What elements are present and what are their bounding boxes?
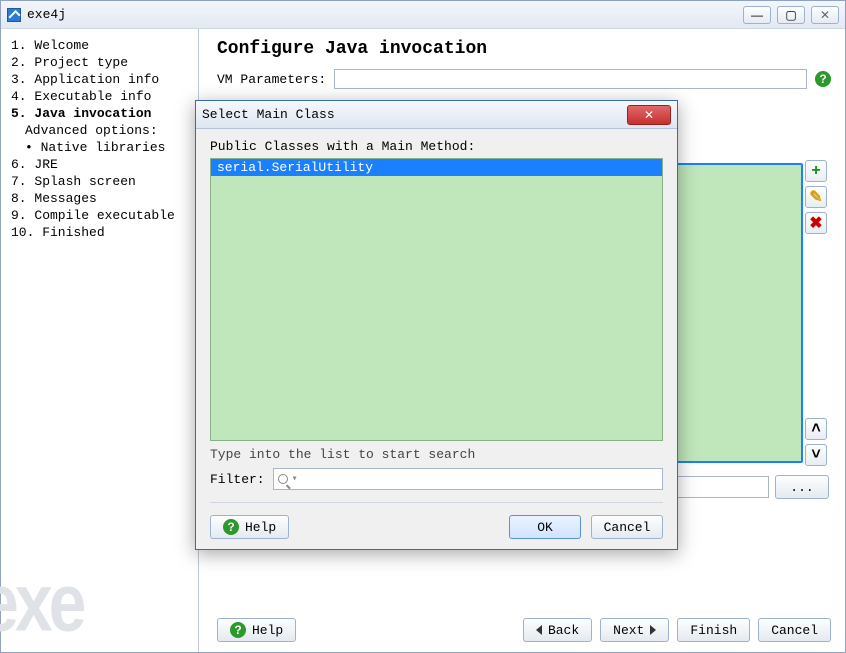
close-button[interactable]: ✕ bbox=[811, 6, 839, 24]
wizard-step[interactable]: 8. Messages bbox=[11, 190, 194, 207]
help-label: Help bbox=[252, 623, 283, 638]
vm-params-label: VM Parameters: bbox=[217, 72, 326, 87]
app-icon bbox=[7, 8, 21, 22]
dialog-title: Select Main Class bbox=[202, 107, 627, 122]
window-controls: — ▢ ✕ bbox=[743, 6, 839, 24]
search-hint: Type into the list to start search bbox=[210, 447, 663, 462]
back-button[interactable]: Back bbox=[523, 618, 592, 642]
help-button-main[interactable]: ? Help bbox=[217, 618, 296, 642]
delete-button[interactable]: ✖ bbox=[805, 212, 827, 234]
browse-button[interactable]: ... bbox=[775, 475, 829, 499]
dialog-close-button[interactable]: ✕ bbox=[627, 105, 671, 125]
help-icon[interactable]: ? bbox=[815, 71, 831, 87]
add-button[interactable]: + bbox=[805, 160, 827, 182]
search-icon bbox=[278, 474, 288, 484]
wizard-step[interactable]: 9. Compile executable bbox=[11, 207, 194, 224]
help-button-dialog[interactable]: ? Help bbox=[210, 515, 289, 539]
arrow-left-icon bbox=[536, 625, 542, 635]
list-item[interactable]: serial.SerialUtility bbox=[211, 159, 662, 176]
main-class-list[interactable]: serial.SerialUtility bbox=[210, 158, 663, 441]
maximize-button[interactable]: ▢ bbox=[777, 6, 805, 24]
ok-button[interactable]: OK bbox=[509, 515, 581, 539]
wizard-step[interactable]: 2. Project type bbox=[11, 54, 194, 71]
wizard-step[interactable]: Advanced options: bbox=[11, 122, 194, 139]
arrow-right-icon bbox=[650, 625, 656, 635]
cancel-button-main[interactable]: Cancel bbox=[758, 618, 831, 642]
wizard-step[interactable]: • Native libraries bbox=[11, 139, 194, 156]
page-title: Configure Java invocation bbox=[217, 39, 831, 59]
wizard-step[interactable]: 1. Welcome bbox=[11, 37, 194, 54]
wizard-step[interactable]: 4. Executable info bbox=[11, 88, 194, 105]
wizard-step[interactable]: 3. Application info bbox=[11, 71, 194, 88]
select-main-class-dialog: Select Main Class ✕ Public Classes with … bbox=[195, 100, 678, 550]
dialog-separator bbox=[210, 502, 663, 503]
vm-params-row: VM Parameters: ? bbox=[217, 69, 831, 89]
edit-button[interactable]: ✎ bbox=[805, 186, 827, 208]
help-icon: ? bbox=[223, 519, 239, 535]
vm-params-input[interactable] bbox=[334, 69, 807, 89]
cancel-button-dialog[interactable]: Cancel bbox=[591, 515, 663, 539]
dialog-list-label: Public Classes with a Main Method: bbox=[210, 139, 663, 154]
sidebar-watermark: exe bbox=[0, 556, 82, 650]
minimize-button[interactable]: — bbox=[743, 6, 771, 24]
wizard-sidebar: exe 1. Welcome2. Project type3. Applicat… bbox=[1, 29, 199, 652]
wizard-step[interactable]: 10. Finished bbox=[11, 224, 194, 241]
move-down-button[interactable]: ˅ bbox=[805, 444, 827, 466]
wizard-steps: 1. Welcome2. Project type3. Application … bbox=[11, 37, 194, 241]
help-icon: ? bbox=[230, 622, 246, 638]
wizard-step[interactable]: 5. Java invocation bbox=[11, 105, 194, 122]
filter-input[interactable]: ▾ bbox=[273, 468, 663, 490]
move-up-button[interactable]: ˄ bbox=[805, 418, 827, 440]
next-button[interactable]: Next bbox=[600, 618, 669, 642]
wizard-step[interactable]: 6. JRE bbox=[11, 156, 194, 173]
wizard-step[interactable]: 7. Splash screen bbox=[11, 173, 194, 190]
finish-button[interactable]: Finish bbox=[677, 618, 750, 642]
app-title: exe4j bbox=[27, 7, 743, 22]
main-titlebar[interactable]: exe4j — ▢ ✕ bbox=[1, 1, 845, 29]
filter-label: Filter: bbox=[210, 472, 265, 487]
dialog-titlebar[interactable]: Select Main Class ✕ bbox=[196, 101, 677, 129]
